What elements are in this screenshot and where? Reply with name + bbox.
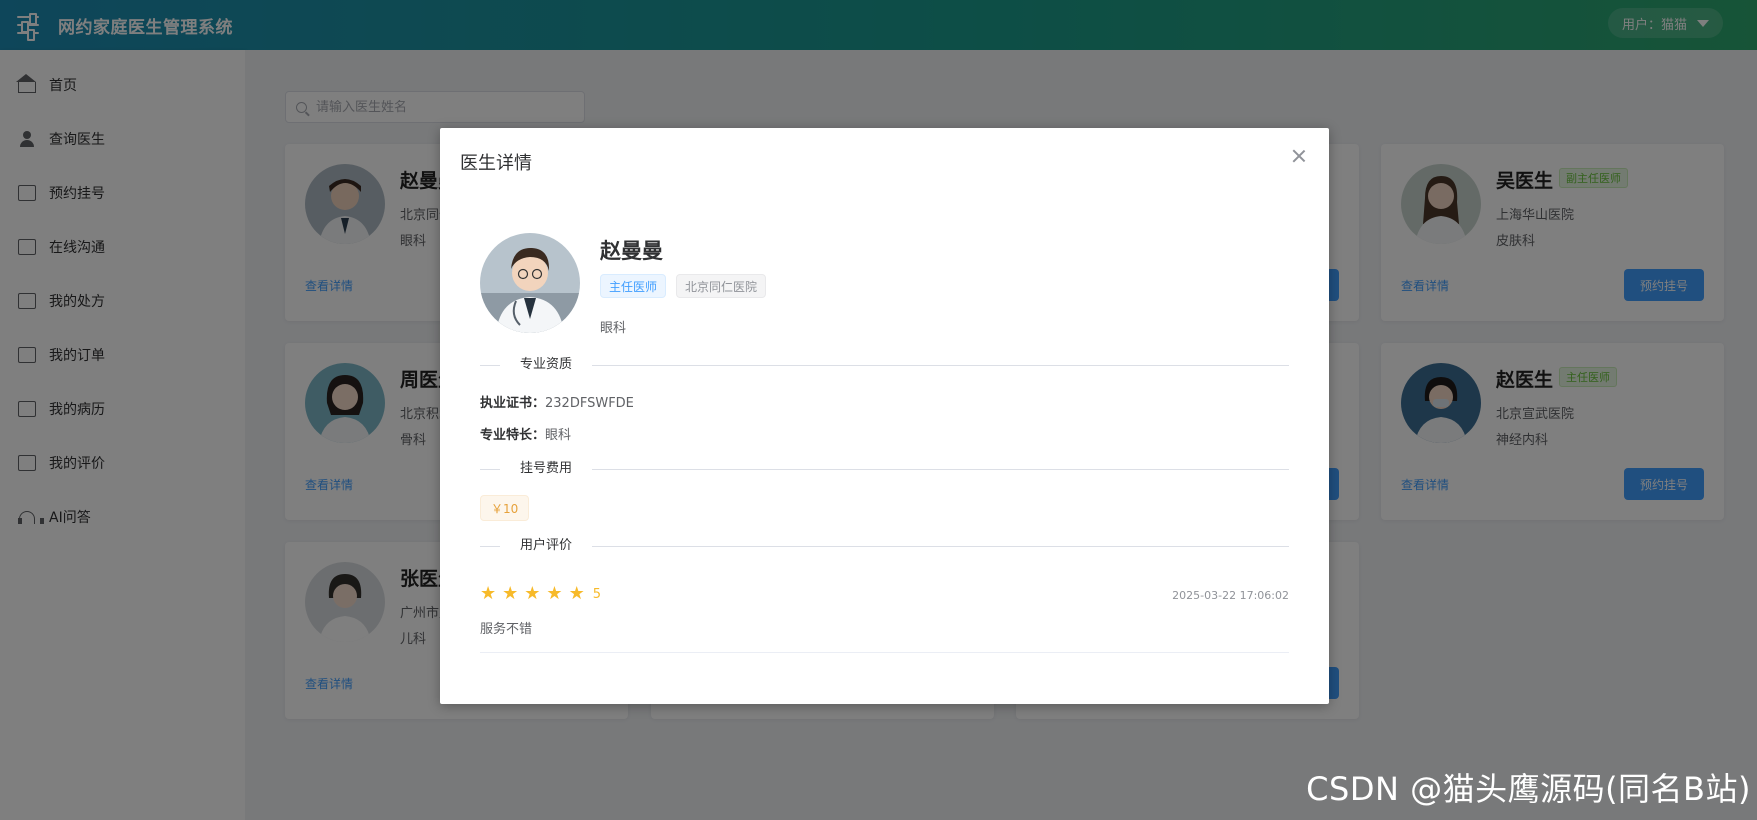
- specialty-label: 专业特长：: [480, 428, 546, 443]
- fee-tag: ￥10: [480, 495, 530, 521]
- close-icon[interactable]: [1292, 149, 1306, 163]
- star-icon: ★: [546, 583, 563, 604]
- section-divider-qualification: 专业资质: [480, 356, 1289, 374]
- review-divider: [480, 652, 1289, 653]
- review-text: 服务不错: [480, 622, 533, 637]
- license-label: 执业证书：: [480, 396, 546, 411]
- star-icon: ★: [502, 583, 519, 604]
- star-icon: ★: [524, 583, 541, 604]
- rating-stars: ★ ★ ★ ★ ★ 5: [480, 585, 601, 603]
- section-title: 用户评价: [500, 537, 593, 555]
- review-timestamp: 2025-03-22 17:06:02: [1172, 589, 1289, 602]
- star-icon: ★: [480, 583, 497, 604]
- license-row: 执业证书：232DFSWFDE: [480, 392, 634, 411]
- doctor-detail-dialog: 医生详情 赵曼曼 主任医师 北京同仁医院 眼科 专业资质 执业证书：232DFS…: [440, 128, 1329, 704]
- section-divider-reviews: 用户评价: [480, 537, 1289, 555]
- specialty-row: 专业特长：眼科: [480, 424, 571, 443]
- doctor-department: 眼科: [600, 321, 627, 336]
- specialty-value: 眼科: [545, 428, 572, 443]
- doctor-name: 赵曼曼: [600, 239, 663, 263]
- license-value: 232DFSWFDE: [545, 396, 634, 411]
- dialog-title: 医生详情: [460, 153, 532, 174]
- doctor-hospital-tag: 北京同仁医院: [676, 274, 767, 298]
- section-title: 专业资质: [500, 356, 593, 374]
- rating-score: 5: [592, 586, 601, 602]
- section-title: 挂号费用: [500, 460, 593, 478]
- watermark: CSDN @猫头鹰源码(同名B站): [1306, 770, 1751, 808]
- star-icon: ★: [568, 583, 585, 604]
- section-divider-fee: 挂号费用: [480, 460, 1289, 478]
- doctor-avatar: [480, 233, 580, 333]
- doctor-title-tag: 主任医师: [600, 274, 667, 298]
